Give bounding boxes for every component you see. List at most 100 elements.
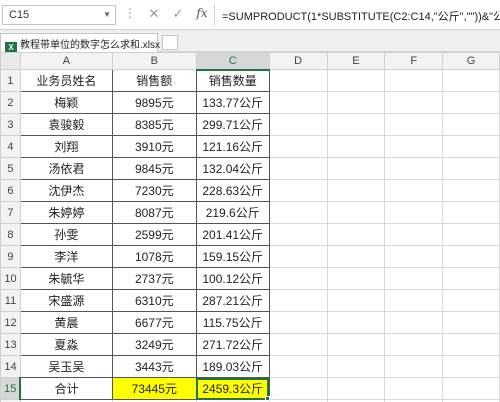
row-header[interactable]: 11 [0, 289, 21, 312]
cell-b3[interactable]: 8385元 [111, 113, 197, 136]
cell-d6[interactable] [268, 179, 328, 202]
cell-b13[interactable]: 3249元 [111, 333, 197, 356]
cell-a2[interactable]: 梅颖 [19, 91, 113, 114]
cell-e4[interactable] [326, 135, 386, 158]
cell-c1[interactable]: 销售数量 [195, 69, 270, 92]
cell-f8[interactable] [384, 223, 444, 246]
row-header[interactable]: 1 [0, 69, 21, 92]
cell-b12[interactable]: 6677元 [111, 311, 197, 334]
row-header[interactable]: 2 [0, 91, 21, 114]
cell-a8[interactable]: 孙雯 [19, 223, 113, 246]
row-header[interactable]: 9 [0, 245, 21, 268]
cell-f13[interactable] [384, 333, 444, 356]
cell-b4[interactable]: 3910元 [111, 135, 197, 158]
cell-c15[interactable]: 2459.3公斤 [195, 377, 270, 400]
cell-f14[interactable] [384, 355, 444, 378]
row-header[interactable]: 8 [0, 223, 21, 246]
cell-e11[interactable] [326, 289, 386, 312]
name-box[interactable]: C15 ▼ [2, 5, 116, 25]
more-options-icon[interactable]: ⋮ [124, 6, 136, 20]
cell-e14[interactable] [326, 355, 386, 378]
cell-g14[interactable] [442, 355, 500, 378]
cell-g9[interactable] [442, 245, 500, 268]
cell-f3[interactable] [384, 113, 444, 136]
cell-a9[interactable]: 李洋 [19, 245, 113, 268]
column-header-d[interactable]: D [268, 52, 328, 70]
cell-g8[interactable] [442, 223, 500, 246]
cell-a15[interactable]: 合计 [19, 377, 113, 400]
cell-d12[interactable] [268, 311, 328, 334]
cell-d9[interactable] [268, 245, 328, 268]
cell-b15[interactable]: 73445元 [111, 377, 197, 400]
cell-f12[interactable] [384, 311, 444, 334]
cell-f4[interactable] [384, 135, 444, 158]
cell-c6[interactable]: 228.63公斤 [195, 179, 270, 202]
cell-b6[interactable]: 7230元 [111, 179, 197, 202]
row-header[interactable]: 7 [0, 201, 21, 224]
row-header[interactable]: 4 [0, 135, 21, 158]
cell-a6[interactable]: 沈伊杰 [19, 179, 113, 202]
row-header[interactable]: 14 [0, 355, 21, 378]
cell-g1[interactable] [442, 69, 500, 92]
cell-b2[interactable]: 9895元 [111, 91, 197, 114]
cell-c4[interactable]: 121.16公斤 [195, 135, 270, 158]
cell-g5[interactable] [442, 157, 500, 180]
cell-f11[interactable] [384, 289, 444, 312]
cell-e7[interactable] [326, 201, 386, 224]
cell-b11[interactable]: 6310元 [111, 289, 197, 312]
cell-f2[interactable] [384, 91, 444, 114]
cell-f7[interactable] [384, 201, 444, 224]
cell-e15[interactable] [326, 377, 386, 400]
cell-c2[interactable]: 133.77公斤 [195, 91, 270, 114]
cell-e13[interactable] [326, 333, 386, 356]
cell-g15[interactable] [442, 377, 500, 400]
cell-f1[interactable] [384, 69, 444, 92]
row-header[interactable]: 3 [0, 113, 21, 136]
cell-a10[interactable]: 朱毓华 [19, 267, 113, 290]
cell-g3[interactable] [442, 113, 500, 136]
cell-b5[interactable]: 9845元 [111, 157, 197, 180]
cell-f15[interactable] [384, 377, 444, 400]
insert-function-icon[interactable]: fx [192, 6, 212, 24]
cell-d5[interactable] [268, 157, 328, 180]
cell-c8[interactable]: 201.41公斤 [195, 223, 270, 246]
cell-g13[interactable] [442, 333, 500, 356]
cell-a7[interactable]: 朱婷婷 [19, 201, 113, 224]
cell-f5[interactable] [384, 157, 444, 180]
cell-e3[interactable] [326, 113, 386, 136]
row-header[interactable]: 10 [0, 267, 21, 290]
row-header[interactable]: 5 [0, 157, 21, 180]
row-header[interactable]: 15 [0, 377, 22, 400]
cell-f6[interactable] [384, 179, 444, 202]
column-header-e[interactable]: E [326, 52, 386, 70]
enter-icon[interactable]: ✓ [168, 6, 188, 24]
column-header-f[interactable]: F [384, 52, 444, 70]
cancel-icon[interactable]: ✕ [144, 6, 164, 24]
cell-e9[interactable] [326, 245, 386, 268]
cell-a11[interactable]: 宋盛源 [19, 289, 113, 312]
chevron-down-icon[interactable]: ▼ [103, 10, 111, 19]
row-header[interactable]: 6 [0, 179, 21, 202]
cell-d15[interactable] [268, 377, 328, 400]
cell-e5[interactable] [326, 157, 386, 180]
fill-handle[interactable] [265, 395, 271, 401]
cell-f10[interactable] [384, 267, 444, 290]
cell-g4[interactable] [442, 135, 500, 158]
cell-d8[interactable] [268, 223, 328, 246]
cell-d11[interactable] [268, 289, 328, 312]
cell-a3[interactable]: 袁骏毅 [19, 113, 113, 136]
cell-c14[interactable]: 189.03公斤 [195, 355, 270, 378]
cell-c5[interactable]: 132.04公斤 [195, 157, 270, 180]
cell-d7[interactable] [268, 201, 328, 224]
cell-a14[interactable]: 吴玉吴 [19, 355, 113, 378]
column-header-a[interactable]: A [19, 52, 113, 70]
cell-c7[interactable]: 219.6公斤 [195, 201, 270, 224]
cell-d10[interactable] [268, 267, 328, 290]
cell-b8[interactable]: 2599元 [111, 223, 197, 246]
cell-e10[interactable] [326, 267, 386, 290]
cell-g7[interactable] [442, 201, 500, 224]
cell-b9[interactable]: 1078元 [111, 245, 197, 268]
column-header-b[interactable]: B [111, 52, 197, 70]
cell-c12[interactable]: 115.75公斤 [195, 311, 270, 334]
cell-g10[interactable] [442, 267, 500, 290]
